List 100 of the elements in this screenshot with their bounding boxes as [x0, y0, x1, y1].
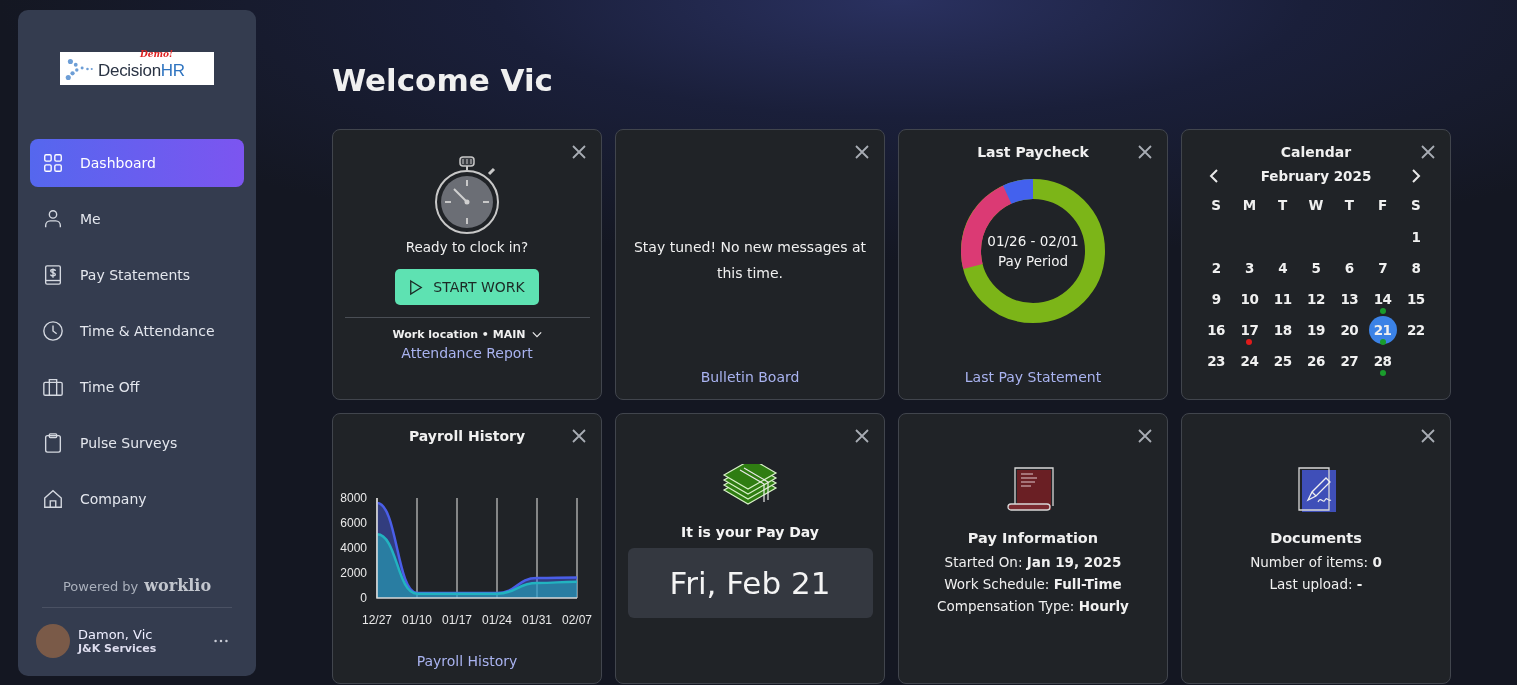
- info-line: Work Schedule: Full-Time: [944, 576, 1122, 592]
- chevron-down-icon: [531, 331, 542, 338]
- nav-item[interactable]: Dashboard: [30, 139, 244, 187]
- info-line: Number of items: 0: [1250, 554, 1382, 570]
- info-line: Started On: Jan 19, 2025: [944, 554, 1122, 570]
- calendar-day[interactable]: 22: [1401, 315, 1430, 344]
- calendar-day[interactable]: 9: [1202, 284, 1231, 313]
- weekday-label: W: [1307, 196, 1325, 215]
- user-company: J&K Services: [78, 642, 158, 655]
- x-tick-label: 01/17: [442, 613, 472, 627]
- dollar-document-icon: [42, 264, 64, 286]
- logo-wordmark: DecisionHR: [98, 60, 185, 81]
- last-pay-statement-link[interactable]: Last Pay Statement: [964, 369, 1102, 385]
- pay-day-text: It is your Pay Day: [681, 524, 819, 540]
- info-line: Compensation Type: Hourly: [937, 598, 1129, 614]
- calendar-day[interactable]: 7: [1368, 253, 1397, 282]
- calendar-day[interactable]: 1: [1401, 222, 1430, 251]
- attendance-report-link[interactable]: Attendance Report: [401, 345, 533, 361]
- calendar-day[interactable]: 4: [1268, 253, 1297, 282]
- x-tick-label: 01/31: [522, 613, 552, 627]
- x-tick-label: 02/07: [562, 613, 592, 627]
- calendar-day[interactable]: 11: [1268, 284, 1297, 313]
- calendar-day[interactable]: 2: [1202, 253, 1231, 282]
- calendar-day[interactable]: 18: [1268, 315, 1297, 344]
- nav-item[interactable]: Company: [30, 475, 244, 523]
- card-title: Pay Information: [967, 530, 1099, 546]
- weekday-label: F: [1376, 196, 1389, 215]
- y-tick-label: 6000: [340, 516, 367, 530]
- calendar-day[interactable]: 24: [1235, 346, 1264, 375]
- nav-item[interactable]: Pulse Surveys: [30, 419, 244, 467]
- calendar-day[interactable]: 5: [1302, 253, 1330, 282]
- house-icon: [42, 488, 64, 510]
- bulletin-board-link[interactable]: Bulletin Board: [700, 369, 800, 385]
- work-location-dropdown[interactable]: Work location • MAIN: [392, 328, 542, 341]
- logo-tag: Demo!: [140, 49, 173, 59]
- weekday-label: S: [1410, 196, 1422, 215]
- calendar-day[interactable]: 20: [1335, 315, 1364, 344]
- calendar-day[interactable]: 19: [1302, 315, 1330, 344]
- weekday-label: M: [1241, 196, 1258, 215]
- calendar-day[interactable]: 3: [1235, 253, 1264, 282]
- close-icon: [854, 428, 870, 444]
- calendar-day[interactable]: 16: [1202, 315, 1231, 344]
- nav-item[interactable]: Me: [30, 195, 244, 243]
- y-tick-label: 8000: [340, 491, 367, 505]
- chevron-left-icon: [1209, 168, 1219, 184]
- info-line: Last upload: -: [1269, 576, 1363, 592]
- card-title: Payroll History: [408, 428, 526, 444]
- close-icon: [1420, 428, 1436, 444]
- close-icon: [1420, 144, 1436, 160]
- suitcase-icon: [42, 376, 64, 398]
- card-title: Calendar: [1280, 144, 1352, 160]
- calendar-day[interactable]: 25: [1268, 346, 1297, 375]
- person-icon: [42, 208, 64, 230]
- calendar-day[interactable]: 15: [1401, 284, 1430, 313]
- x-tick-label: 01/24: [482, 613, 512, 627]
- welcome-heading: Welcome Vic: [332, 62, 554, 98]
- weekday-label: S: [1210, 196, 1222, 215]
- brand-wordmark: worklio: [144, 576, 212, 595]
- chevron-right-icon: [1411, 168, 1421, 184]
- bulletin-message: Stay tuned! No new messages at this time.: [632, 238, 868, 283]
- nav-item[interactable]: Pay Statements: [30, 251, 244, 299]
- x-tick-label: 01/10: [402, 613, 432, 627]
- calendar-day[interactable]: 17: [1235, 315, 1264, 344]
- weekday-label: T: [1277, 196, 1289, 215]
- close-icon: [1137, 144, 1153, 160]
- x-tick-label: 12/27: [362, 613, 392, 627]
- powered-by-text: Powered by: [62, 579, 139, 594]
- calendar-day[interactable]: 10: [1235, 284, 1264, 313]
- more-icon[interactable]: [214, 639, 228, 643]
- weekday-label: T: [1343, 196, 1355, 215]
- close-icon: [571, 144, 587, 160]
- calendar-day[interactable]: 12: [1302, 284, 1330, 313]
- calendar-day[interactable]: 26: [1302, 346, 1330, 375]
- y-tick-label: 0: [360, 591, 367, 605]
- calendar-day[interactable]: 8: [1401, 253, 1430, 282]
- calendar-day[interactable]: 14: [1368, 284, 1397, 313]
- card-title: Last Paycheck: [977, 144, 1089, 160]
- calendar-day[interactable]: 13: [1335, 284, 1364, 313]
- calendar-day[interactable]: 27: [1335, 346, 1364, 375]
- grid-icon: [42, 152, 64, 174]
- calendar-day[interactable]: 6: [1335, 253, 1364, 282]
- close-icon: [1137, 428, 1153, 444]
- month-label: February 2025: [1260, 168, 1372, 184]
- close-icon: [854, 144, 870, 160]
- stopwatch-icon: [432, 155, 502, 235]
- calendar-day[interactable]: 28: [1368, 346, 1397, 375]
- start-work-button[interactable]: START WORK: [395, 269, 539, 305]
- pay-period-label: Pay Period: [997, 252, 1069, 271]
- nav-item[interactable]: Time Off: [30, 363, 244, 411]
- close-icon: [571, 428, 587, 444]
- clock-icon: [42, 320, 64, 342]
- play-icon: [409, 278, 424, 296]
- user-name: Damon, Vic: [78, 627, 154, 642]
- payroll-history-link[interactable]: Payroll History: [416, 653, 518, 669]
- y-tick-label: 2000: [340, 566, 367, 580]
- avatar: [36, 624, 70, 658]
- calendar-day[interactable]: 23: [1202, 346, 1231, 375]
- y-tick-label: 4000: [340, 541, 367, 555]
- nav-item[interactable]: Time & Attendance: [30, 307, 244, 355]
- pay-period-dates: 01/26 - 02/01: [987, 232, 1079, 251]
